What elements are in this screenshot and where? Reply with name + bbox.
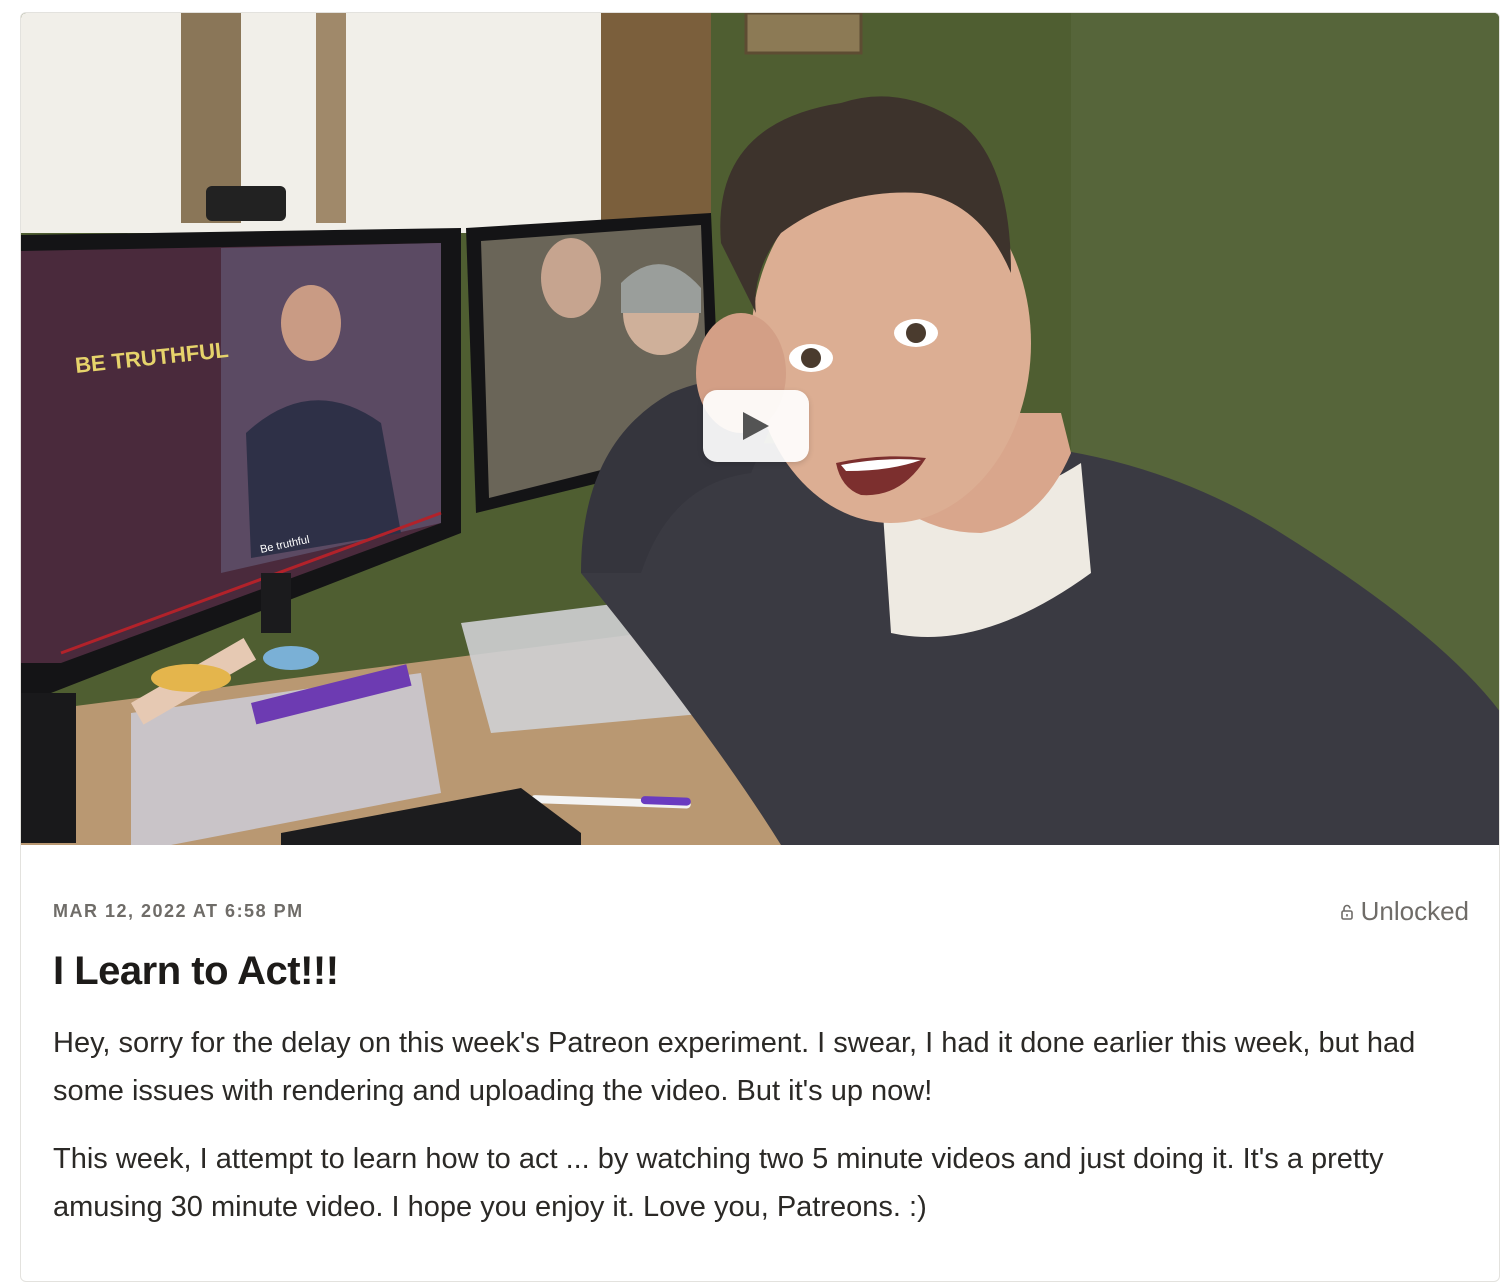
play-button[interactable] <box>703 390 809 462</box>
post-card: BE TRUTHFUL Be truthful MAR 12, 2022 AT … <box>20 12 1500 1282</box>
play-icon <box>743 412 769 440</box>
post-title[interactable]: I Learn to Act!!! <box>53 949 339 994</box>
access-status: Unlocked <box>1340 896 1469 927</box>
post-body: MAR 12, 2022 AT 6:58 PM Unlocked I Learn… <box>53 871 1469 1223</box>
post-date: MAR 12, 2022 AT 6:58 PM <box>53 901 304 921</box>
video-thumbnail[interactable]: BE TRUTHFUL Be truthful <box>21 13 1499 845</box>
post-meta: MAR 12, 2022 AT 6:58 PM Unlocked <box>53 871 1469 926</box>
access-status-label: Unlocked <box>1360 896 1469 926</box>
post-paragraph: This week, I attempt to learn how to act… <box>53 1143 1384 1223</box>
post-paragraph: Hey, sorry for the delay on this week's … <box>53 1027 1416 1107</box>
post-content: Hey, sorry for the delay on this week's … <box>53 1019 1469 1251</box>
unlocked-padlock-icon <box>1340 904 1353 920</box>
